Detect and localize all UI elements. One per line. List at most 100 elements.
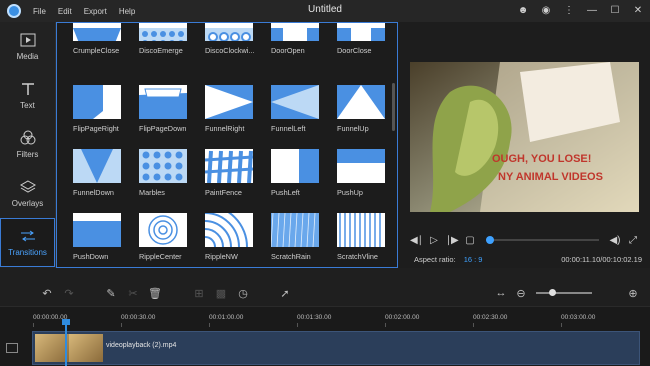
rail-item-media[interactable]: Media: [0, 22, 55, 71]
user-icon[interactable]: ☻: [517, 3, 529, 19]
transition-label: PushLeft: [271, 188, 300, 197]
crop-icon[interactable]: ⊞: [192, 287, 206, 300]
doorclose-thumb: [337, 23, 385, 41]
panel-scrollbar[interactable]: [392, 83, 395, 131]
left-rail: Media Text Filters Overlays Transitions: [0, 22, 56, 268]
ruler-label: 00:00:30.00: [121, 314, 156, 321]
ruler-tick: [561, 323, 562, 327]
funnelleft-thumb: [271, 85, 319, 119]
transition-tile[interactable]: ScratchRain: [271, 213, 337, 267]
duration-icon[interactable]: ◷: [236, 287, 250, 300]
stop-icon[interactable]: ▢: [464, 235, 476, 246]
next-frame-icon[interactable]: ∣▶: [446, 235, 459, 246]
aspect-value[interactable]: 16 : 9: [464, 255, 483, 264]
transition-label: FunnelRight: [205, 124, 245, 133]
transition-label: FunnelLeft: [271, 124, 306, 133]
rail-label-transitions: Transitions: [8, 248, 47, 257]
funnelright-thumb: [205, 85, 253, 119]
discoclockwise-thumb: [205, 23, 253, 41]
dooropen-thumb: [271, 23, 319, 41]
playhead[interactable]: [62, 319, 70, 366]
menu-bar: File Edit Export Help: [33, 7, 135, 16]
flippageright-thumb: [73, 85, 121, 119]
transition-tile[interactable]: FunnelDown: [73, 149, 139, 213]
transition-tile[interactable]: PushUp: [337, 149, 397, 213]
seek-handle[interactable]: [486, 236, 494, 244]
zoom-out-icon[interactable]: ⊖: [514, 287, 528, 300]
clip-name: videoplayback (2).mp4: [106, 342, 177, 349]
seek-bar[interactable]: [486, 236, 599, 244]
rail-item-filters[interactable]: Filters: [0, 120, 55, 169]
transition-tile[interactable]: FunnelUp: [337, 85, 397, 149]
transition-tile[interactable]: FlipPageRight: [73, 85, 139, 149]
clip-thumbnail: [69, 334, 103, 362]
transition-tile[interactable]: RippleCenter: [139, 213, 205, 267]
transition-tile[interactable]: DoorOpen: [271, 23, 337, 85]
previous-frame-icon[interactable]: ◀∣: [410, 235, 423, 246]
transition-tile[interactable]: DiscoClockwi...: [205, 23, 271, 85]
transition-tile[interactable]: CrumpleClose: [73, 23, 139, 85]
ruler-label: 00:03:00.00: [561, 314, 596, 321]
transition-label: DiscoEmerge: [139, 46, 183, 55]
rail-item-text[interactable]: Text: [0, 71, 55, 120]
redo-icon[interactable]: ↷: [62, 287, 76, 300]
transition-label: FunnelUp: [337, 124, 369, 133]
transition-tile[interactable]: RippleNW: [205, 213, 271, 267]
rail-label-text: Text: [20, 101, 35, 110]
transition-tile[interactable]: FlipPageDown: [139, 85, 205, 149]
cut-icon[interactable]: ✂: [126, 287, 140, 300]
transition-tile[interactable]: FunnelRight: [205, 85, 271, 149]
transition-label: PushUp: [337, 188, 363, 197]
play-icon[interactable]: ▷: [428, 235, 440, 246]
media-icon: [19, 32, 37, 48]
transition-tile[interactable]: PaintFence: [205, 149, 271, 213]
transition-label: PaintFence: [205, 188, 242, 197]
more-icon[interactable]: ⋮: [563, 3, 575, 19]
transition-label: ScratchVline: [337, 252, 378, 261]
transition-tile[interactable]: FunnelLeft: [271, 85, 337, 149]
funnelup-thumb: [337, 85, 385, 119]
text-icon: [19, 81, 37, 97]
minimize-icon[interactable]: —: [586, 3, 598, 19]
fit-timeline-icon[interactable]: ↔: [494, 287, 508, 299]
mosaic-icon[interactable]: ▩: [214, 287, 228, 300]
zoom-in-icon[interactable]: ⊕: [626, 287, 640, 300]
close-icon[interactable]: ✕: [632, 3, 644, 19]
transition-tile[interactable]: PushDown: [73, 213, 139, 267]
export-icon[interactable]: ➚: [278, 287, 292, 300]
maximize-icon[interactable]: ☐: [609, 3, 621, 19]
rail-item-transitions[interactable]: Transitions: [0, 218, 55, 267]
ruler-tick: [209, 323, 210, 327]
zoom-slider[interactable]: [536, 292, 592, 294]
volume-icon[interactable]: ◀): [609, 235, 621, 246]
fullscreen-icon[interactable]: ⤢: [627, 235, 639, 246]
transition-tile[interactable]: PushLeft: [271, 149, 337, 213]
transition-tile[interactable]: ScratchVline: [337, 213, 397, 267]
delete-icon[interactable]: 🗑: [148, 287, 162, 300]
edit-pencil-icon[interactable]: ✎: [104, 287, 118, 300]
transition-label: RippleCenter: [139, 252, 182, 261]
timecode: 00:00:11.10/00:10:02.19: [561, 255, 642, 264]
menu-file[interactable]: File: [33, 7, 46, 16]
menu-export[interactable]: Export: [84, 7, 107, 16]
undo-icon[interactable]: ↶: [40, 287, 54, 300]
ruler-label: 00:02:30.00: [473, 314, 508, 321]
rail-item-overlays[interactable]: Overlays: [0, 169, 55, 218]
timeline[interactable]: 00:00:00.00 00:00:30.00 00:01:00.00 00:0…: [0, 306, 650, 366]
transition-label: Marbles: [139, 188, 165, 197]
transition-label: FlipPageRight: [73, 124, 119, 133]
transition-tile[interactable]: Marbles: [139, 149, 205, 213]
transitions-grid: CrumpleClose DiscoEmerge DiscoClockwi...…: [73, 23, 397, 267]
video-frame[interactable]: OUGH, YOU LOSE! NY ANIMAL VIDEOS: [410, 62, 639, 212]
pushdown-thumb: [73, 213, 121, 247]
menu-edit[interactable]: Edit: [58, 7, 72, 16]
overlays-icon: [19, 179, 37, 195]
time-ruler[interactable]: 00:00:00.00 00:00:30.00 00:01:00.00 00:0…: [30, 307, 650, 327]
menu-help[interactable]: Help: [119, 7, 135, 16]
transition-tile[interactable]: DoorClose: [337, 23, 397, 85]
transition-tile[interactable]: DiscoEmerge: [139, 23, 205, 85]
record-icon[interactable]: ◉: [540, 3, 552, 19]
zoom-handle[interactable]: [549, 289, 556, 296]
funneldown-thumb: [73, 149, 121, 183]
video-clip[interactable]: videoplayback (2).mp4: [32, 331, 640, 365]
